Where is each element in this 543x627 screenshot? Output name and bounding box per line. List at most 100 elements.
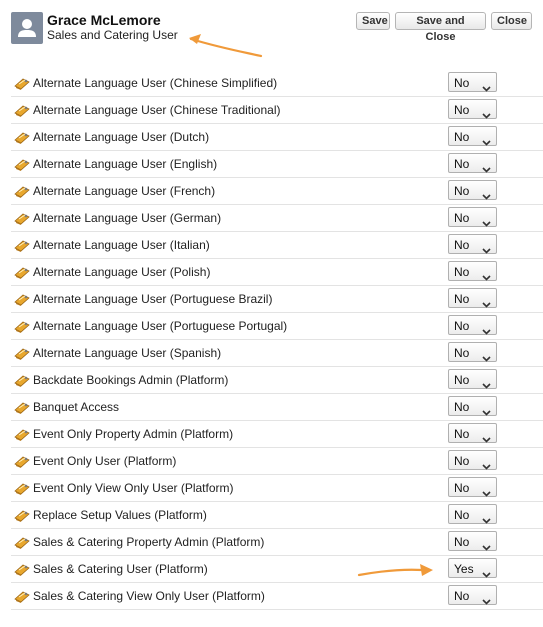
user-name: Grace McLemore (47, 12, 161, 28)
permission-select-value: No (454, 319, 470, 333)
permission-row: Alternate Language User (Italian) No (11, 232, 543, 259)
permission-set-icon (14, 104, 30, 118)
permission-select[interactable]: No (448, 477, 497, 497)
permission-select-value: No (454, 535, 470, 549)
chevron-down-icon (482, 106, 491, 119)
permission-row: Event Only View Only User (Platform) No (11, 475, 543, 502)
permission-set-icon (14, 428, 30, 442)
record-header: Grace McLemore Sales and Catering User S… (0, 0, 543, 60)
permission-select[interactable]: No (448, 261, 497, 281)
permission-label: Alternate Language User (Portuguese Braz… (33, 292, 273, 306)
chevron-down-icon (482, 511, 491, 524)
permission-label: Alternate Language User (French) (33, 184, 216, 198)
permission-select[interactable]: No (448, 531, 497, 551)
permission-select[interactable]: No (448, 207, 497, 227)
permission-label: Alternate Language User (Chinese Simplif… (33, 76, 278, 90)
chevron-down-icon (482, 349, 491, 362)
permission-set-icon (14, 374, 30, 388)
permission-set-list: Alternate Language User (Chinese Simplif… (11, 70, 543, 610)
close-button[interactable]: Close (491, 12, 532, 30)
chevron-down-icon (482, 457, 491, 470)
permission-row: Alternate Language User (English) No (11, 151, 543, 178)
chevron-down-icon (482, 376, 491, 389)
permission-set-icon (14, 293, 30, 307)
permission-set-icon (14, 455, 30, 469)
permission-row: Alternate Language User (Spanish) No (11, 340, 543, 367)
permission-select-value: No (454, 427, 470, 441)
permission-row: Sales & Catering View Only User (Platfor… (11, 583, 543, 610)
avatar (11, 12, 43, 44)
chevron-down-icon (482, 484, 491, 497)
permission-label: Alternate Language User (Italian) (33, 238, 210, 252)
permission-select-value: No (454, 157, 470, 171)
permission-select[interactable]: No (448, 180, 497, 200)
chevron-down-icon (482, 322, 491, 335)
permission-set-icon (14, 401, 30, 415)
permission-label: Alternate Language User (English) (33, 157, 218, 171)
permission-row: Event Only User (Platform) No (11, 448, 543, 475)
permission-select[interactable]: No (448, 342, 497, 362)
permission-row: Alternate Language User (Portuguese Braz… (11, 286, 543, 313)
permission-label: Alternate Language User (Portuguese Port… (33, 319, 288, 333)
permission-row: Backdate Bookings Admin (Platform) No (11, 367, 543, 394)
permission-select-value: No (454, 454, 470, 468)
permission-select-value: No (454, 76, 470, 90)
permission-label: Replace Setup Values (Platform) (33, 508, 207, 522)
permission-label: Sales & Catering View Only User (Platfor… (33, 589, 265, 603)
permission-select-value: No (454, 184, 470, 198)
permission-label: Alternate Language User (German) (33, 211, 222, 225)
permission-set-icon (14, 509, 30, 523)
permission-row: Alternate Language User (Chinese Simplif… (11, 70, 543, 97)
permission-select[interactable]: No (448, 585, 497, 605)
chevron-down-icon (482, 133, 491, 146)
permission-select[interactable]: No (448, 423, 497, 443)
permission-row: Alternate Language User (French) No (11, 178, 543, 205)
permission-select-value: No (454, 103, 470, 117)
permission-row: Replace Setup Values (Platform) No (11, 502, 543, 529)
permission-set-icon (14, 563, 30, 577)
chevron-down-icon (482, 295, 491, 308)
chevron-down-icon (482, 592, 491, 605)
permission-row: Alternate Language User (Polish) No (11, 259, 543, 286)
permission-select[interactable]: No (448, 234, 497, 254)
save-and-close-button[interactable]: Save and Close (395, 12, 486, 43)
save-button[interactable]: Save (356, 12, 390, 30)
permission-row: Alternate Language User (German) No (11, 205, 543, 232)
permission-label: Alternate Language User (Spanish) (33, 346, 222, 360)
person-icon (18, 19, 36, 37)
user-role: Sales and Catering User (47, 28, 178, 42)
permission-select[interactable]: No (448, 315, 497, 335)
permission-select[interactable]: No (448, 450, 497, 470)
permission-select[interactable]: No (448, 126, 497, 146)
permission-set-icon (14, 158, 30, 172)
permission-set-icon (14, 266, 30, 280)
permission-row: Alternate Language User (Dutch) No (11, 124, 543, 151)
chevron-down-icon (482, 160, 491, 173)
permission-select[interactable]: No (448, 153, 497, 173)
permission-label: Banquet Access (33, 400, 120, 414)
permission-set-icon (14, 590, 30, 604)
permission-label: Sales & Catering User (Platform) (33, 562, 208, 576)
permission-set-icon (14, 77, 30, 91)
permission-row: Sales & Catering Property Admin (Platfor… (11, 529, 543, 556)
permission-select[interactable]: No (448, 369, 497, 389)
permission-select[interactable]: No (448, 396, 497, 416)
permission-set-icon (14, 185, 30, 199)
permission-select[interactable]: No (448, 72, 497, 92)
permission-select-value: No (454, 400, 470, 414)
permission-select[interactable]: No (448, 288, 497, 308)
permission-label: Alternate Language User (Chinese Traditi… (33, 103, 281, 117)
permission-label: Backdate Bookings Admin (Platform) (33, 373, 229, 387)
permission-select[interactable]: Yes (448, 558, 497, 578)
permission-select-value: No (454, 238, 470, 252)
permission-select-value: Yes (454, 562, 474, 576)
chevron-down-icon (482, 565, 491, 578)
permission-row: Alternate Language User (Portuguese Port… (11, 313, 543, 340)
permission-select[interactable]: No (448, 99, 497, 119)
permission-label: Event Only View Only User (Platform) (33, 481, 234, 495)
permission-select-value: No (454, 292, 470, 306)
chevron-down-icon (482, 187, 491, 200)
permission-select-value: No (454, 346, 470, 360)
permission-set-icon (14, 482, 30, 496)
permission-select[interactable]: No (448, 504, 497, 524)
